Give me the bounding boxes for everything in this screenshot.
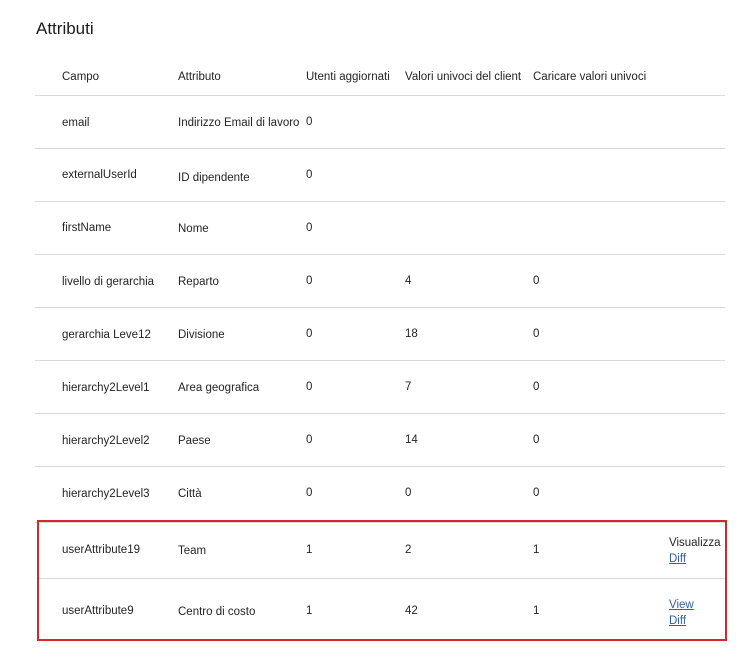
- cell-caricare: 0: [533, 487, 540, 499]
- cell-campo: userAttribute9: [62, 605, 134, 617]
- cell-campo: gerarchia Leve12: [62, 329, 151, 341]
- column-header-caricare-valori-univoci[interactable]: Caricare valori univoci: [533, 71, 646, 83]
- table-row: email Indirizzo Email di lavoro 0: [35, 96, 725, 149]
- table-row-highlighted: userAttribute9 Centro di costo 1 42 1 Vi…: [39, 579, 725, 639]
- cell-attributo: Reparto: [178, 276, 219, 288]
- page-title: Attributi: [36, 19, 94, 38]
- cell-caricare: 0: [533, 275, 540, 287]
- table-row: hierarchy2Level2 Paese 0 14 0: [35, 414, 725, 467]
- cell-caricare: 0: [533, 381, 540, 393]
- table-row: gerarchia Leve12 Divisione 0 18 0: [35, 308, 725, 361]
- cell-campo: hierarchy2Level2: [62, 435, 150, 447]
- cell-campo: email: [62, 117, 90, 129]
- cell-utenti: 0: [306, 169, 313, 181]
- table-row: hierarchy2Level1 Area geografica 0 7 0: [35, 361, 725, 414]
- table-row: livello di gerarchia Reparto 0 4 0: [35, 255, 725, 308]
- cell-utenti: 1: [306, 544, 313, 556]
- highlight-box: userAttribute19 Team 1 2 1 Visualizza Di…: [37, 520, 727, 641]
- table-row: externalUserId ID dipendente 0: [35, 149, 725, 202]
- diff-link[interactable]: Diff: [669, 551, 721, 567]
- cell-attributo: Team: [178, 545, 207, 557]
- cell-utenti: 0: [306, 328, 313, 340]
- cell-utenti: 0: [306, 434, 313, 446]
- cell-utenti: 0: [306, 487, 313, 499]
- cell-utenti: 0: [306, 116, 313, 128]
- cell-campo: externalUserId: [62, 169, 137, 181]
- cell-caricare: 0: [533, 434, 540, 446]
- cell-valori-client: 4: [405, 275, 412, 287]
- view-diff-label: Visualizza: [669, 537, 721, 549]
- cell-campo: livello di gerarchia: [62, 276, 155, 288]
- cell-attributo: Città: [178, 488, 202, 500]
- column-header-valori-univoci-client[interactable]: Valori univoci del client: [405, 71, 521, 83]
- cell-utenti: 0: [306, 381, 313, 393]
- cell-valori-client: 18: [405, 328, 418, 340]
- cell-attributo: Area geografica: [178, 382, 260, 394]
- cell-valori-client: 42: [405, 605, 418, 617]
- cell-attributo: Indirizzo Email di lavoro: [178, 117, 300, 129]
- cell-utenti: 0: [306, 275, 313, 287]
- cell-attributo: Nome: [178, 223, 209, 235]
- cell-campo: hierarchy2Level1: [62, 382, 150, 394]
- column-header-attributo[interactable]: Attributo: [178, 71, 221, 83]
- cell-valori-client: 2: [405, 544, 412, 556]
- cell-caricare: 0: [533, 328, 540, 340]
- cell-campo: hierarchy2Level3: [62, 488, 150, 500]
- cell-campo: userAttribute19: [62, 544, 140, 556]
- table-row: hierarchy2Level3 Città 0 0 0: [35, 467, 725, 523]
- cell-campo: firstName: [62, 222, 112, 234]
- view-link[interactable]: View: [669, 597, 694, 613]
- cell-attributo: Paese: [178, 435, 211, 447]
- table-row: firstName Nome 0: [35, 202, 725, 255]
- column-header-campo[interactable]: Campo: [62, 71, 99, 83]
- cell-attributo: Centro di costo: [178, 606, 256, 618]
- view-diff-cell: Visualizza Diff: [669, 535, 721, 567]
- cell-attributo: Divisione: [178, 329, 225, 341]
- cell-valori-client: 7: [405, 381, 412, 393]
- cell-valori-client: 14: [405, 434, 418, 446]
- cell-caricare: 1: [533, 544, 540, 556]
- column-header-utenti-aggiornati[interactable]: Utenti aggiornati: [306, 71, 390, 83]
- table-header: Campo Attributo Utenti aggiornati Valori…: [35, 60, 725, 96]
- attributes-table: Campo Attributo Utenti aggiornati Valori…: [35, 60, 725, 523]
- diff-link[interactable]: Diff: [669, 613, 694, 629]
- table-row-highlighted: userAttribute19 Team 1 2 1 Visualizza Di…: [39, 522, 725, 579]
- cell-caricare: 1: [533, 605, 540, 617]
- cell-utenti: 1: [306, 605, 313, 617]
- view-diff-cell: View Diff: [669, 597, 694, 629]
- cell-utenti: 0: [306, 222, 313, 234]
- cell-valori-client: 0: [405, 487, 412, 499]
- cell-attributo: ID dipendente: [178, 172, 250, 184]
